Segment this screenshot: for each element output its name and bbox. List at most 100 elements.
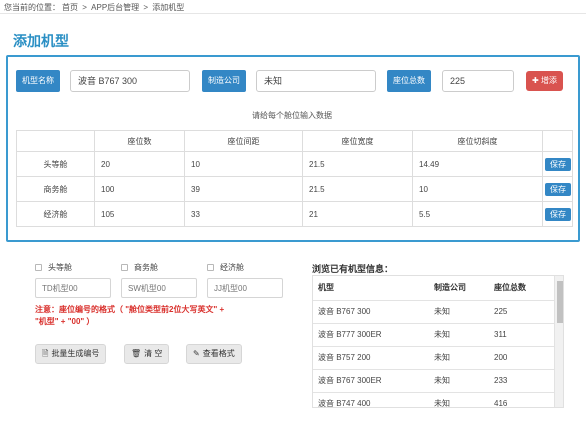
cabin-name: 头等舱 — [16, 151, 95, 177]
seat-pitch-cell[interactable]: 39 — [184, 176, 303, 202]
browse-maker: 未知 — [429, 392, 489, 407]
seat-recline-cell[interactable]: 14.49 — [412, 151, 543, 177]
model-name-label: 机型名称 — [16, 70, 60, 92]
cabin-hint-text: 请给每个舱位输入数据 — [252, 111, 332, 120]
save-cell: 保存 — [542, 176, 573, 202]
browse-header-maker: 制造公司 — [429, 276, 489, 301]
breadcrumb-separator: > — [143, 3, 149, 12]
browse-maker: 未知 — [429, 346, 489, 370]
seat-pitch-cell[interactable]: 10 — [184, 151, 303, 177]
browse-model: 波音 B777 300ER — [313, 323, 429, 347]
breadcrumb-home-link[interactable]: 首页 — [62, 3, 78, 12]
seat-width-cell[interactable]: 21.5 — [302, 176, 413, 202]
browse-model: 波音 B747 400 — [313, 392, 429, 407]
browse-header: 机型 制造公司 座位总数 — [313, 276, 554, 301]
top-divider — [0, 13, 586, 14]
save-cell: 保存 — [542, 201, 573, 227]
save-cell: 保存 — [542, 151, 573, 177]
add-button-label: 增添 — [540, 76, 557, 85]
browse-maker: 未知 — [429, 323, 489, 347]
seat-width-cell[interactable]: 21 — [302, 201, 413, 227]
table-row[interactable]: 波音 B767 300 未知 225 — [313, 300, 554, 324]
breadcrumb: 您当前的位置： 首页 > APP后台管理 > 添加机型 — [4, 2, 186, 13]
plus-icon: ✚ — [532, 76, 539, 85]
page-title: 添加机型 — [13, 33, 69, 49]
manufacturer-label: 制造公司 — [202, 70, 246, 92]
clear-label: 清 空 — [144, 349, 163, 358]
business-class-checkbox-label: 商务舱 — [134, 263, 158, 272]
save-button[interactable]: 保存 — [545, 182, 571, 196]
format-notice-line2: "机型" + "00" ） — [35, 317, 95, 326]
table-row: 经济舱 105 33 21 5.5 保存 — [16, 201, 573, 227]
browse-title: 浏览已有机型信息： — [312, 264, 394, 274]
table-row: 头等舱 20 10 21.5 14.49 保存 — [16, 151, 573, 177]
save-button[interactable]: 保存 — [545, 157, 571, 171]
table-row[interactable]: 波音 B747 400 未知 416 — [313, 392, 554, 407]
trash-icon: 🗑 — [131, 349, 142, 358]
seat-count-cell[interactable]: 100 — [94, 176, 185, 202]
cabin-header-width: 座位宽度 — [302, 130, 413, 152]
seat-width-cell[interactable]: 21.5 — [302, 151, 413, 177]
table-row[interactable]: 波音 B767 300ER 未知 233 — [313, 369, 554, 393]
browse-header-model: 机型 — [313, 276, 429, 301]
browse-model: 波音 B757 200 — [313, 346, 429, 370]
first-class-code-input[interactable] — [35, 278, 111, 298]
table-row[interactable]: 波音 B757 200 未知 200 — [313, 346, 554, 370]
seat-pitch-cell[interactable]: 33 — [184, 201, 303, 227]
cabin-header-seats: 座位数 — [94, 130, 185, 152]
edit-icon: ✎ — [193, 349, 200, 358]
cabin-header-recline: 座位切斜度 — [412, 130, 543, 152]
browse-maker: 未知 — [429, 300, 489, 324]
economy-class-checkbox-label: 经济舱 — [220, 263, 244, 272]
breadcrumb-app-admin-link[interactable]: APP后台管理 — [91, 3, 139, 12]
seat-count-cell[interactable]: 105 — [94, 201, 185, 227]
cabin-header-blank — [16, 130, 95, 152]
browse-model: 波音 B767 300ER — [313, 369, 429, 393]
browse-table-container: 机型 制造公司 座位总数 波音 B767 300 未知 225 波音 B777 … — [312, 275, 564, 408]
economy-class-checkbox[interactable] — [207, 264, 214, 271]
breadcrumb-separator: > — [82, 3, 87, 12]
browse-seats: 233 — [489, 369, 554, 393]
add-button[interactable]: ✚ 增添 — [526, 71, 563, 91]
table-row[interactable]: 波音 B777 300ER 未知 311 — [313, 323, 554, 347]
breadcrumb-current: 添加机型 — [152, 3, 185, 12]
batch-generate-button[interactable]: 🗎 批量生成编号 — [35, 344, 107, 364]
seat-recline-cell[interactable]: 5.5 — [412, 201, 543, 227]
model-browse-table: 机型 制造公司 座位总数 波音 B767 300 未知 225 波音 B777 … — [313, 276, 554, 407]
browse-model: 波音 B767 300 — [313, 300, 429, 324]
total-seats-label: 座位总数 — [387, 70, 431, 92]
view-format-button[interactable]: ✎ 查看格式 — [186, 344, 242, 364]
seat-count-cell[interactable]: 20 — [94, 151, 185, 177]
document-icon: 🗎 — [42, 349, 49, 358]
format-notice-line1: 注意：座位编号的格式（ "舱位类型前2位大写英文" + — [35, 305, 225, 314]
browse-seats: 200 — [489, 346, 554, 370]
cabin-data-table: 座位数 座位间距 座位宽度 座位切斜度 头等舱 20 10 21.5 14.49… — [16, 130, 573, 227]
business-class-code-input[interactable] — [121, 278, 197, 298]
economy-class-code-input[interactable] — [207, 278, 283, 298]
browse-scrollbar[interactable] — [554, 276, 563, 407]
cabin-name: 商务舱 — [16, 176, 95, 202]
cabin-header-pitch: 座位间距 — [184, 130, 303, 152]
first-class-checkbox-label: 头等舱 — [48, 263, 72, 272]
view-format-label: 查看格式 — [202, 349, 235, 358]
cabin-table-header: 座位数 座位间距 座位宽度 座位切斜度 — [16, 130, 573, 152]
table-row: 商务舱 100 39 21.5 10 保存 — [16, 176, 573, 202]
first-class-checkbox[interactable] — [35, 264, 42, 271]
browse-seats: 416 — [489, 392, 554, 407]
browse-maker: 未知 — [429, 369, 489, 393]
cabin-header-action — [542, 130, 573, 152]
seat-recline-cell[interactable]: 10 — [412, 176, 543, 202]
total-seats-input[interactable]: 225 — [442, 70, 514, 92]
business-class-checkbox[interactable] — [121, 264, 128, 271]
batch-generate-label: 批量生成编号 — [51, 349, 100, 358]
browse-seats: 311 — [489, 323, 554, 347]
manufacturer-input[interactable]: 未知 — [256, 70, 376, 92]
format-notice: 注意：座位编号的格式（ "舱位类型前2位大写英文" + "机型" + "00" … — [35, 304, 224, 328]
model-name-input[interactable]: 波音 B767 300 — [70, 70, 190, 92]
browse-seats: 225 — [489, 300, 554, 324]
browse-scrollbar-thumb[interactable] — [557, 281, 563, 323]
cabin-name: 经济舱 — [16, 201, 95, 227]
save-button[interactable]: 保存 — [545, 207, 571, 221]
breadcrumb-prefix: 您当前的位置： — [4, 3, 60, 12]
clear-button[interactable]: 🗑 清 空 — [124, 344, 170, 364]
